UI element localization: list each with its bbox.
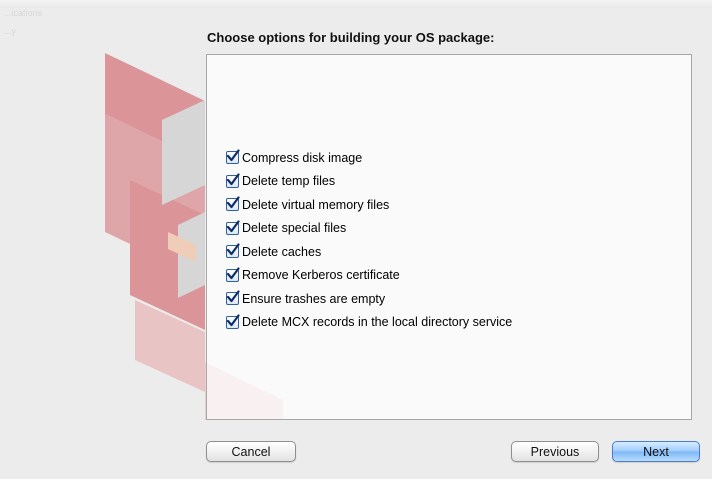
option-label: Ensure trashes are empty — [242, 291, 386, 306]
checkbox[interactable] — [226, 314, 240, 329]
option-delete-mcx-records[interactable]: Delete MCX records in the local director… — [226, 311, 512, 335]
checkmark-icon — [226, 196, 240, 209]
checkbox[interactable] — [226, 267, 240, 282]
next-button[interactable]: Next — [612, 441, 700, 462]
option-label: Delete virtual memory files — [242, 197, 390, 212]
checkbox[interactable] — [226, 196, 240, 212]
checkmark-icon — [226, 173, 240, 185]
option-label: Delete special files — [242, 221, 347, 236]
option-label: Delete temp files — [242, 174, 336, 189]
option-delete-special-files[interactable]: Delete special files — [226, 217, 512, 241]
option-remove-kerberos-certificate[interactable]: Remove Kerberos certificate — [226, 264, 512, 288]
option-label: Compress disk image — [242, 150, 363, 165]
checkmark-icon — [226, 290, 240, 303]
option-label: Delete caches — [242, 244, 322, 259]
option-label: Delete MCX records in the local director… — [242, 315, 513, 330]
cancel-button[interactable]: Cancel — [206, 441, 296, 462]
checkmark-icon — [226, 149, 240, 162]
checkbox[interactable] — [226, 220, 240, 235]
option-compress-disk-image[interactable]: Compress disk image — [226, 146, 512, 170]
option-delete-caches[interactable]: Delete caches — [226, 240, 512, 264]
page-title: Choose options for building your OS pack… — [207, 30, 495, 45]
previous-button[interactable]: Previous — [511, 441, 599, 462]
option-ensure-trashes-empty[interactable]: Ensure trashes are empty — [226, 287, 512, 311]
options-list: Compress disk image Delete temp files De… — [226, 146, 512, 334]
option-label: Remove Kerberos certificate — [242, 268, 400, 283]
checkmark-icon — [226, 314, 240, 326]
checkmark-icon — [226, 220, 240, 232]
option-delete-virtual-memory-files[interactable]: Delete virtual memory files — [226, 193, 512, 217]
option-delete-temp-files[interactable]: Delete temp files — [226, 170, 512, 194]
checkmark-icon — [226, 267, 240, 279]
checkbox[interactable] — [226, 173, 240, 188]
checkbox[interactable] — [226, 149, 240, 165]
checkmark-icon — [226, 243, 240, 256]
installer-window: ...ications ...y Choose options for buil… — [0, 0, 712, 479]
checkbox[interactable] — [226, 243, 240, 259]
checkbox[interactable] — [226, 290, 240, 306]
